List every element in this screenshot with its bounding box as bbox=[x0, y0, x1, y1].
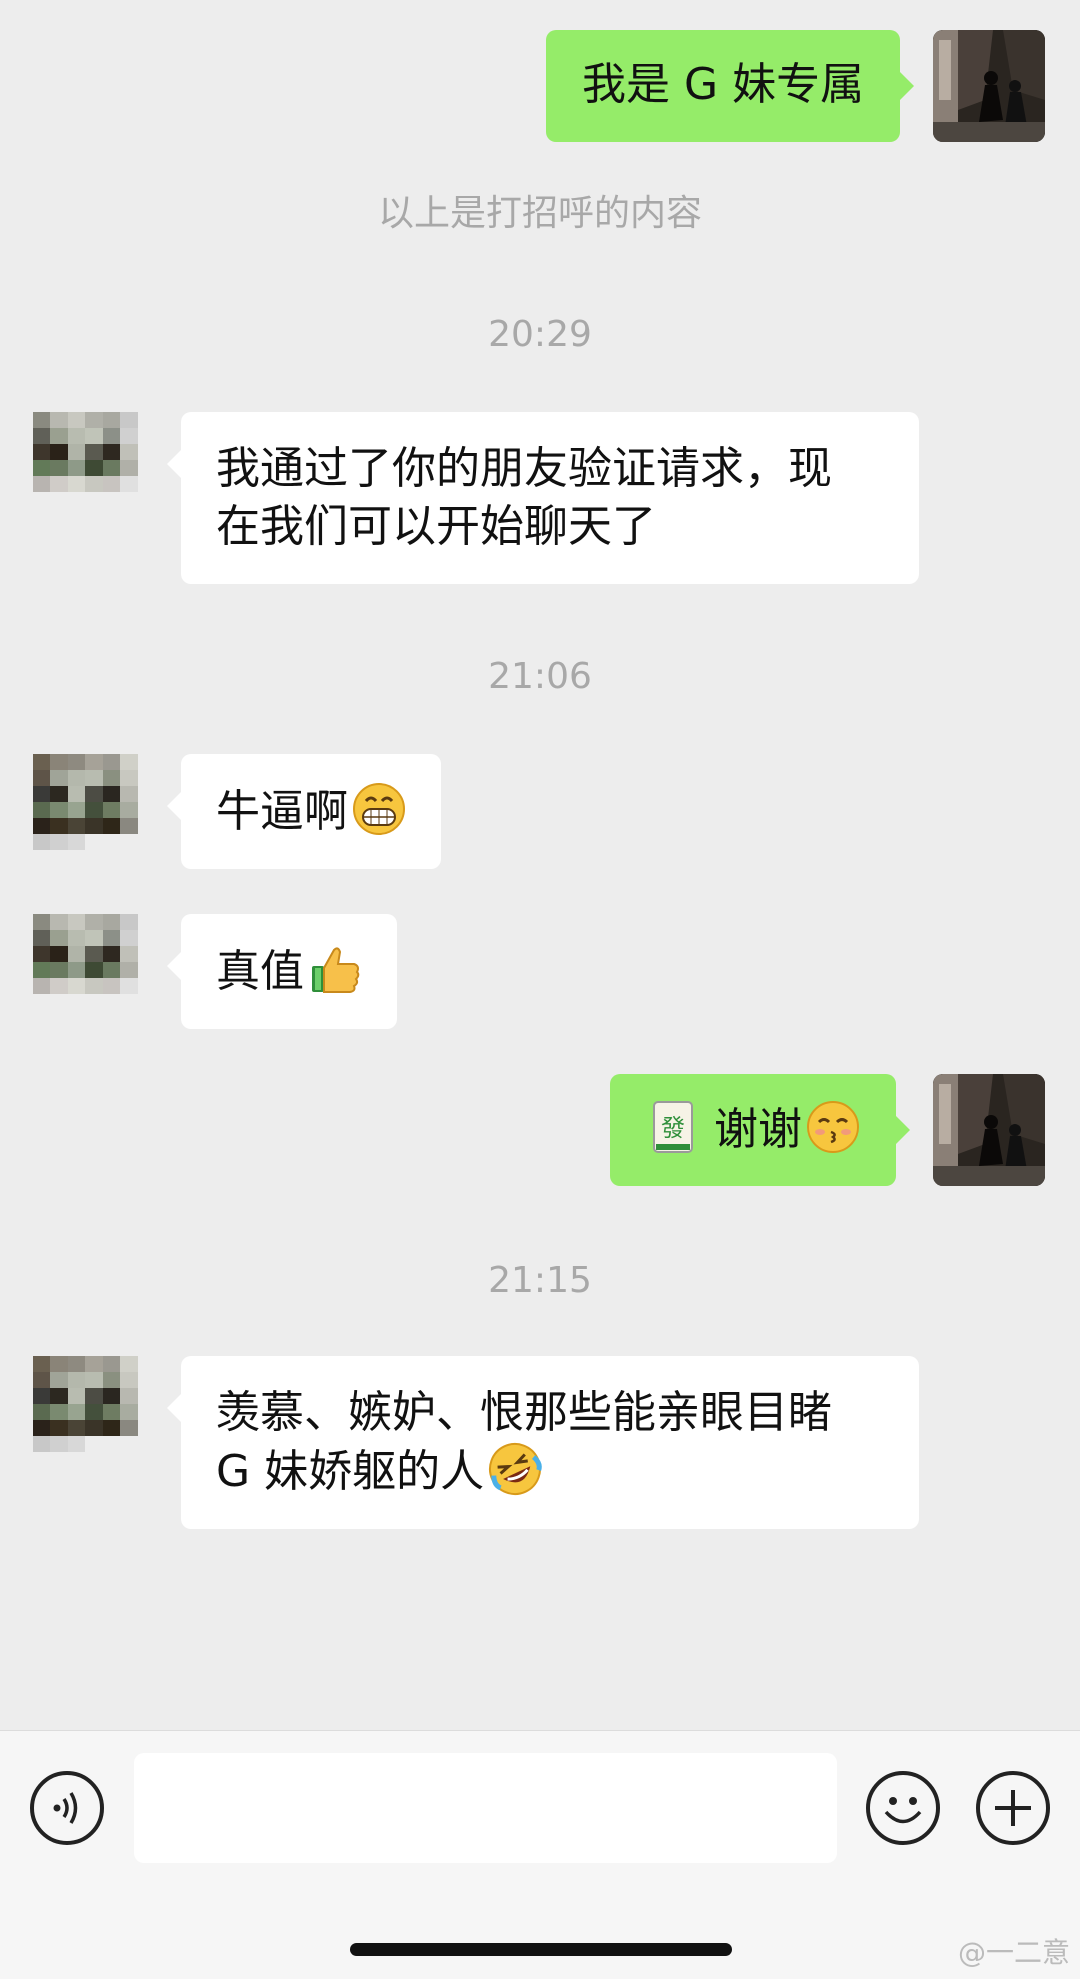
chat-area: 我是 G 妹专属 以上是打招呼的内容 20:29 我通过了你的朋友验证请求，现 … bbox=[0, 0, 1080, 1730]
my-avatar[interactable] bbox=[933, 1074, 1045, 1186]
friend-avatar[interactable] bbox=[33, 914, 155, 1026]
grinning-face-icon bbox=[353, 783, 405, 835]
composer-bar: @一二意 bbox=[0, 1730, 1080, 1979]
friend-avatar[interactable] bbox=[33, 412, 155, 524]
message-text: 我是 G 妹专属 bbox=[582, 59, 865, 110]
timestamp: 20:29 bbox=[488, 314, 592, 355]
emoji-icon[interactable] bbox=[866, 1771, 940, 1845]
message-bubble[interactable]: 牛逼啊 bbox=[167, 754, 441, 869]
rolling-laughing-icon bbox=[489, 1443, 542, 1495]
watermark: @一二意 bbox=[957, 1936, 1070, 1969]
plus-icon[interactable] bbox=[976, 1771, 1050, 1845]
message-bubble[interactable]: 我是 G 妹专属 bbox=[546, 30, 915, 142]
friend-avatar[interactable] bbox=[33, 1356, 155, 1468]
message-text-line: G 妹娇躯的人 bbox=[216, 1442, 884, 1501]
svg-text:發: 發 bbox=[661, 1114, 685, 1142]
greeting-note: 以上是打招呼的内容 bbox=[377, 193, 702, 234]
message-text-line: 羡慕、嫉妒、恨那些能亲眼目睹 bbox=[216, 1387, 832, 1438]
message-input[interactable] bbox=[134, 1753, 837, 1863]
message-text-line: 我通过了你的朋友验证请求，现 bbox=[216, 443, 832, 494]
my-avatar[interactable] bbox=[933, 30, 1045, 142]
message-bubble[interactable]: 我通过了你的朋友验证请求，现 在我们可以开始聊天了 bbox=[167, 412, 919, 584]
mahjong-red-dragon-tile-icon: 發 bbox=[653, 1101, 693, 1153]
message-text: 牛逼啊 bbox=[216, 786, 348, 837]
message-text: 真值 bbox=[216, 946, 304, 997]
timestamp: 21:06 bbox=[488, 656, 592, 697]
message-bubble[interactable]: 發 谢谢 bbox=[610, 1074, 910, 1186]
message-bubble[interactable]: 真值 bbox=[167, 914, 397, 1029]
message-bubble[interactable]: 羡慕、嫉妒、恨那些能亲眼目睹 G 妹娇躯的人 bbox=[167, 1356, 919, 1529]
home-indicator bbox=[350, 1943, 732, 1956]
timestamp: 21:15 bbox=[488, 1260, 592, 1301]
kissing-face-icon bbox=[807, 1101, 859, 1153]
friend-avatar[interactable] bbox=[33, 754, 155, 866]
message-text-line: 在我们可以开始聊天了 bbox=[216, 501, 656, 552]
message-text: G 妹娇躯的人 bbox=[216, 1446, 485, 1497]
voice-icon[interactable] bbox=[30, 1771, 104, 1845]
message-text: 谢谢 bbox=[714, 1104, 802, 1155]
thumbs-up-icon bbox=[312, 947, 360, 993]
